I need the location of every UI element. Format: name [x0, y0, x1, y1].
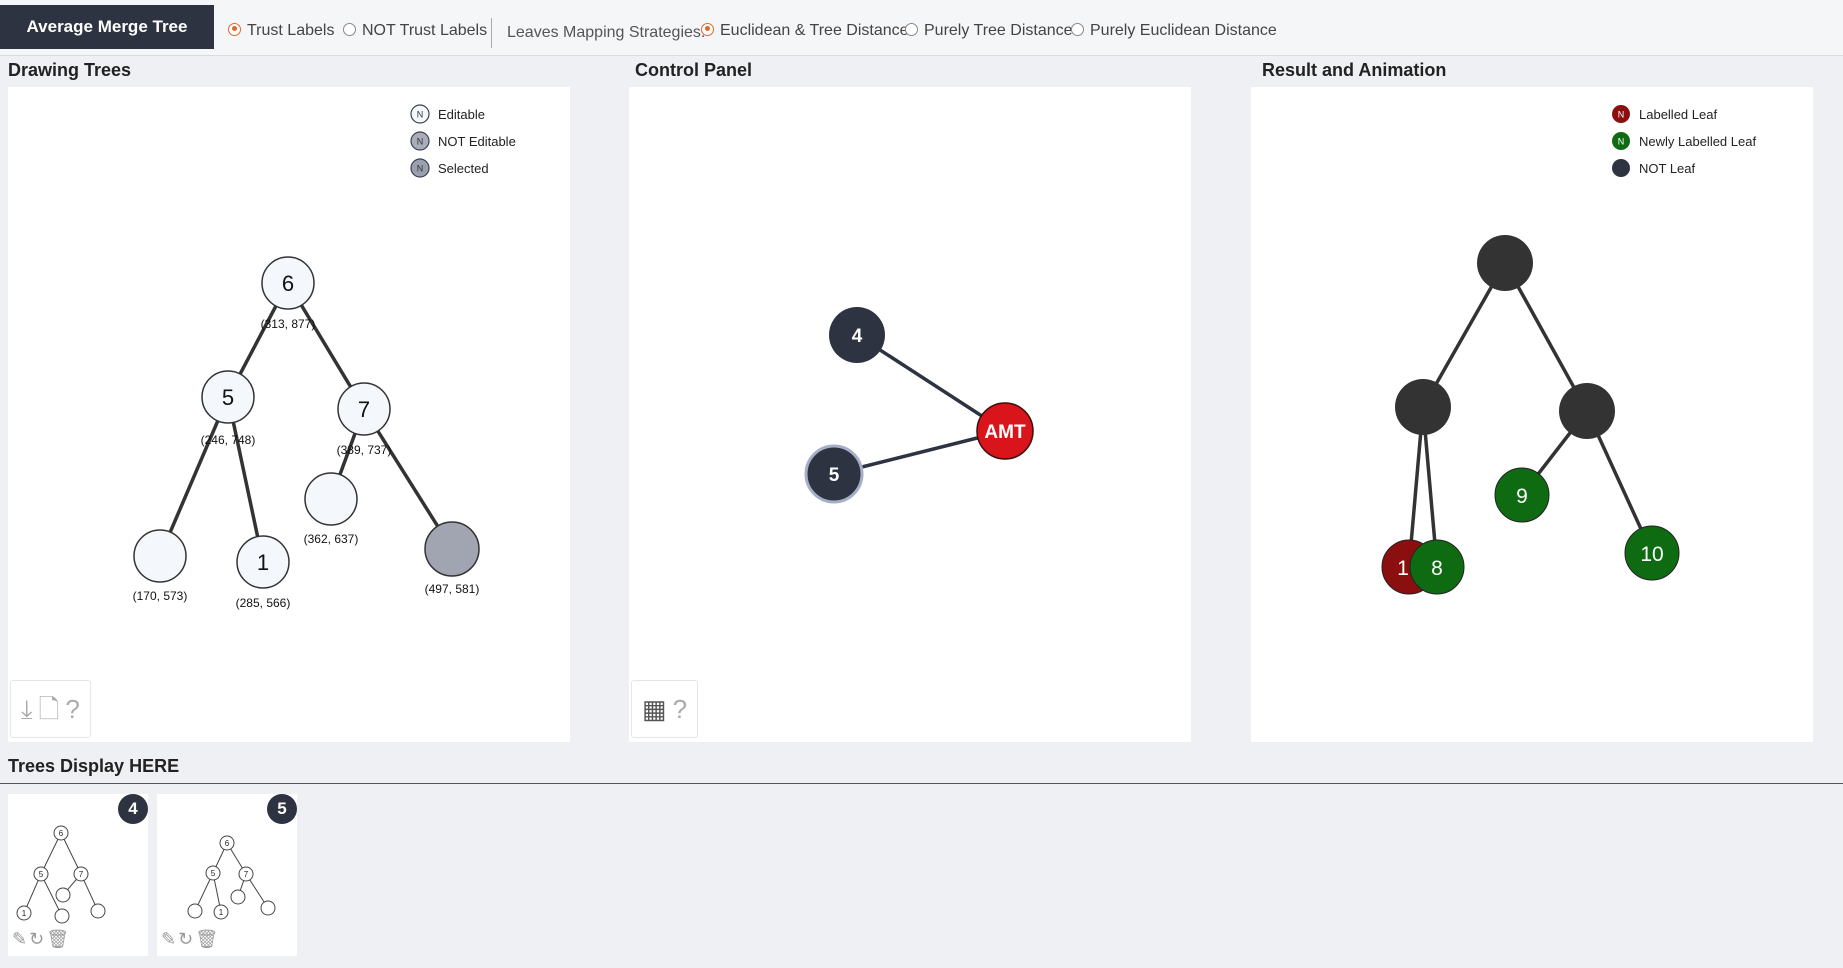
- tree-node-coord: (246, 748): [201, 433, 256, 447]
- thumb-node-label: 1: [219, 908, 224, 917]
- control-toolbox: ▦ ?: [631, 680, 699, 738]
- legend-glyph: N: [417, 164, 424, 174]
- help-icon[interactable]: ?: [673, 696, 687, 722]
- legend-selected-label: Selected: [438, 161, 489, 176]
- radio-purely-euclidean[interactable]: Purely Euclidean Distance: [1071, 22, 1277, 40]
- toolbar-divider: [491, 18, 492, 48]
- tree-node-coord: (497, 581): [425, 582, 480, 596]
- drawing-legend: N Editable N NOT Editable N Selected: [410, 104, 516, 178]
- control-canvas[interactable]: 4 5 AMT: [629, 87, 1191, 742]
- result-node-label: 9: [1516, 485, 1528, 508]
- refresh-icon[interactable]: ↻: [178, 929, 193, 950]
- drawing-toolbox: ⤓ 🗋 ?: [10, 680, 91, 738]
- radio-unselected-icon[interactable]: [905, 22, 918, 36]
- tree-node-coord: (285, 566): [236, 596, 291, 610]
- radio-trust-labels[interactable]: Trust Labels: [228, 22, 334, 40]
- control-panel[interactable]: 4 5 AMT ▦ ?: [629, 87, 1191, 742]
- legend-not-editable-label: NOT Editable: [438, 134, 516, 149]
- tree-node-label: 6: [282, 271, 294, 296]
- radio-trust-labels-label: Trust Labels: [247, 22, 335, 39]
- result-node-label: 8: [1431, 557, 1443, 580]
- tree-node-coord: (170, 573): [133, 589, 188, 603]
- result-internal-node[interactable]: [1395, 379, 1451, 435]
- legend-editable-label: Editable: [438, 107, 485, 122]
- thumb-node-label: 5: [211, 869, 216, 878]
- radio-euclidean-tree[interactable]: Euclidean & Tree Distance: [701, 22, 909, 40]
- tree-node-selected[interactable]: [424, 521, 480, 577]
- result-animation-title: Result and Animation: [1262, 60, 1447, 80]
- radio-purely-euclidean-label: Purely Euclidean Distance: [1090, 22, 1277, 39]
- thumbnail-badge: 5: [267, 794, 297, 824]
- tree-node-coord: (313, 877): [261, 317, 316, 331]
- radio-not-trust-labels-label: NOT Trust Labels: [362, 22, 488, 39]
- thumbnail-tools: ✎ ↻ 🗑: [12, 929, 69, 950]
- control-panel-title: Control Panel: [635, 60, 753, 80]
- radio-purely-tree-label: Purely Tree Distance: [924, 22, 1073, 39]
- legend-glyph: N: [417, 110, 424, 120]
- app-title: Average Merge Tree: [0, 5, 214, 49]
- tree-node-leaf[interactable]: [304, 472, 358, 526]
- tree-thumbnail-5[interactable]: 6 5 7 1 5 ✎ ↻ 🗑: [157, 794, 297, 956]
- trees-display-title: Trees Display HERE: [8, 756, 180, 776]
- radio-unselected-icon[interactable]: [343, 22, 356, 36]
- control-node-label: 5: [829, 465, 840, 486]
- drawing-trees-title: Drawing Trees: [8, 60, 132, 80]
- thumb-node-label: 7: [79, 870, 84, 879]
- refresh-icon[interactable]: ↻: [29, 929, 44, 950]
- result-node-label: 10: [1640, 543, 1663, 566]
- legend-not-leaf-label: NOT Leaf: [1639, 161, 1696, 176]
- drawing-trees-panel[interactable]: N Editable N NOT Editable N Selected 6 (…: [8, 87, 570, 742]
- trash-icon[interactable]: 🗑: [195, 929, 218, 950]
- result-legend: N Labelled Leaf N Newly Labelled Leaf NO…: [1612, 105, 1756, 177]
- thumb-node-label: 7: [244, 870, 249, 879]
- calculator-icon[interactable]: ▦: [642, 696, 667, 722]
- legend-glyph: N: [1618, 110, 1625, 120]
- trees-display-divider: [0, 783, 1843, 784]
- thumb-node-label: 6: [225, 839, 230, 848]
- tree-node-label: 1: [257, 550, 269, 575]
- control-node-label: 4: [852, 326, 863, 347]
- tree-node-coord: (389, 737): [337, 443, 392, 457]
- legend-new-leaf-label: Newly Labelled Leaf: [1639, 134, 1756, 149]
- tree-node-label: 7: [358, 397, 370, 422]
- tree-node-label: 5: [222, 385, 234, 410]
- tree-node-coord: (362, 637): [304, 532, 359, 546]
- result-node-label: 1: [1397, 557, 1409, 580]
- thumb-node-label: 6: [59, 829, 64, 838]
- thumbnail-tools: ✎ ↻ 🗑: [161, 929, 218, 950]
- tree-thumbnail-4[interactable]: 6 5 7 1 4 ✎ ↻ 🗑: [8, 794, 148, 956]
- amt-node-label: AMT: [984, 422, 1026, 443]
- radio-selected-icon[interactable]: [701, 22, 714, 36]
- radio-unselected-icon[interactable]: [1071, 22, 1084, 36]
- result-internal-node[interactable]: [1559, 383, 1615, 439]
- trash-icon[interactable]: 🗑: [46, 929, 69, 950]
- drawing-canvas[interactable]: N Editable N NOT Editable N Selected 6 (…: [8, 87, 570, 742]
- edit-icon[interactable]: ✎: [12, 929, 27, 950]
- radio-purely-tree[interactable]: Purely Tree Distance: [905, 22, 1073, 40]
- result-panel[interactable]: N Labelled Leaf N Newly Labelled Leaf NO…: [1251, 87, 1813, 742]
- legend-glyph: N: [1618, 137, 1625, 147]
- edit-icon[interactable]: ✎: [161, 929, 176, 950]
- tree-node-leaf[interactable]: [133, 529, 187, 583]
- radio-euclidean-tree-label: Euclidean & Tree Distance: [720, 22, 909, 39]
- thumb-node-label: 5: [39, 870, 44, 879]
- legend-not-leaf-icon: [1612, 159, 1630, 177]
- top-toolbar: Average Merge Tree Trust Labels NOT Trus…: [0, 0, 1843, 56]
- legend-glyph: N: [417, 137, 424, 147]
- radio-not-trust-labels[interactable]: NOT Trust Labels: [343, 22, 487, 40]
- result-canvas[interactable]: N Labelled Leaf N Newly Labelled Leaf NO…: [1251, 87, 1813, 742]
- mapping-strategies-label: Leaves Mapping Strategies:: [507, 24, 706, 41]
- radio-selected-icon[interactable]: [228, 22, 241, 36]
- download-icon[interactable]: ⤓: [21, 696, 33, 722]
- result-internal-node[interactable]: [1477, 235, 1533, 291]
- thumb-node-label: 1: [22, 909, 27, 918]
- thumbnail-badge: 4: [118, 794, 148, 824]
- help-icon[interactable]: ?: [65, 696, 79, 722]
- add-file-icon[interactable]: 🗋: [39, 696, 60, 722]
- legend-labelled-leaf-label: Labelled Leaf: [1639, 107, 1717, 122]
